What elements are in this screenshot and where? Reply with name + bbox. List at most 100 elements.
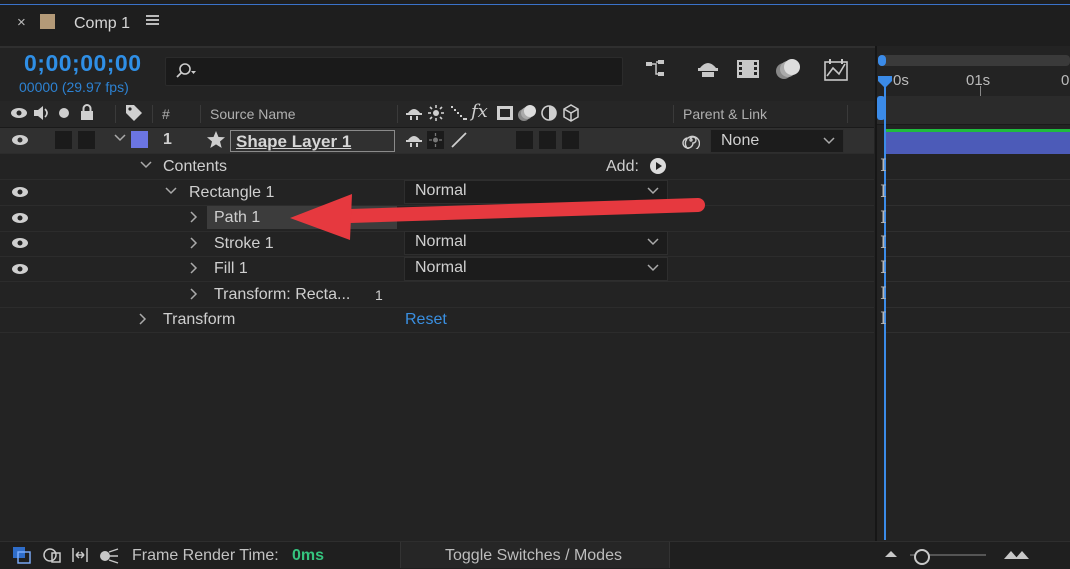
chevron-down-icon — [823, 137, 835, 145]
work-area-bar[interactable] — [877, 96, 1070, 125]
contents-label[interactable]: Contents — [163, 158, 227, 176]
quality-switch[interactable] — [450, 131, 468, 149]
transfer-controls-icon[interactable] — [70, 546, 90, 564]
add-label: Add: — [606, 158, 639, 175]
graph-toggle-icon[interactable] — [98, 546, 120, 564]
red-arrow-icon — [290, 186, 710, 246]
close-icon[interactable]: × — [17, 14, 26, 31]
label-icon[interactable] — [125, 104, 143, 122]
fill-label[interactable]: Fill 1 — [214, 260, 248, 278]
navigator-start-handle[interactable] — [878, 55, 886, 66]
stroke-label[interactable]: Stroke 1 — [214, 235, 274, 253]
timeline-row — [886, 180, 1070, 206]
search-icon — [176, 63, 198, 79]
chevron-down-icon[interactable] — [140, 160, 152, 170]
3d-icon[interactable] — [563, 104, 579, 122]
chevron-right-icon[interactable] — [189, 211, 199, 223]
layer-label-color[interactable] — [131, 131, 148, 148]
timeline-row — [886, 231, 1070, 257]
search-input[interactable] — [200, 61, 614, 83]
zoom-slider-thumb[interactable] — [914, 549, 930, 565]
tab-comp-1[interactable]: Comp 1 — [74, 15, 130, 33]
search-box[interactable] — [165, 57, 623, 86]
frame-blending-icon[interactable] — [735, 58, 761, 80]
chevron-right-icon[interactable] — [138, 313, 148, 325]
transform-rect-row — [0, 282, 874, 308]
motion-blur-switch[interactable] — [516, 131, 533, 149]
eye-icon[interactable] — [11, 185, 29, 199]
menu-icon[interactable] — [146, 13, 160, 27]
audio-icon[interactable] — [32, 105, 52, 121]
layer-duration-bar[interactable] — [886, 129, 1070, 154]
timeline-row — [886, 206, 1070, 232]
zoom-out-icon[interactable] — [884, 549, 898, 559]
comp-flowchart-icon[interactable] — [12, 546, 32, 564]
layer-switches-icon[interactable] — [42, 546, 62, 564]
current-time-indicator-head[interactable] — [877, 75, 893, 89]
render-time-value: 0ms — [292, 547, 325, 564]
flowchart-icon[interactable] — [645, 58, 671, 80]
rectangle-label[interactable]: Rectangle 1 — [189, 184, 274, 202]
column-number: # — [162, 106, 170, 122]
chevron-down-icon[interactable] — [165, 186, 177, 196]
eye-icon[interactable] — [11, 211, 29, 225]
toggle-switches-label: Toggle Switches / Modes — [445, 547, 622, 564]
star-icon — [206, 130, 226, 149]
eye-icon[interactable] — [10, 106, 28, 120]
chevron-right-icon[interactable] — [189, 288, 199, 300]
keyframe-marker-icon[interactable]: I — [880, 208, 887, 228]
adjustment-icon[interactable] — [541, 105, 557, 121]
quality-icon[interactable] — [450, 105, 468, 121]
chevron-right-icon[interactable] — [189, 237, 199, 249]
solo-switch[interactable] — [55, 131, 72, 149]
transform-label[interactable]: Transform — [163, 311, 235, 329]
column-parent-link[interactable]: Parent & Link — [683, 106, 767, 122]
keyframe-marker-icon[interactable]: I — [880, 309, 887, 329]
shy-master-icon[interactable] — [696, 58, 722, 80]
keyframe-marker-icon[interactable]: I — [880, 258, 887, 278]
parent-value: None — [721, 132, 760, 149]
timeline-row — [886, 282, 1070, 308]
reset-link[interactable]: Reset — [405, 311, 447, 329]
motion-blur-icon[interactable] — [517, 104, 537, 122]
graph-editor-icon[interactable] — [823, 58, 851, 82]
timeline-row — [886, 154, 1070, 180]
collapse-switch[interactable] — [427, 131, 444, 149]
parent-spiral-icon[interactable] — [682, 131, 700, 149]
shy-icon[interactable] — [405, 105, 423, 121]
timeline-row — [886, 307, 1070, 333]
eye-icon[interactable] — [11, 236, 29, 250]
motion-blur-master-icon[interactable] — [774, 58, 802, 80]
column-source-name[interactable]: Source Name — [210, 106, 296, 122]
timeline-row — [886, 256, 1070, 282]
shy-icon[interactable] — [405, 132, 423, 148]
eye-icon[interactable] — [11, 262, 29, 276]
eye-icon[interactable] — [11, 133, 29, 147]
chevron-down-icon[interactable] — [114, 133, 126, 143]
fx-icon[interactable]: fx — [471, 101, 488, 122]
current-time-display[interactable]: 0;00;00;00 — [24, 50, 142, 77]
3d-switch[interactable] — [562, 131, 579, 149]
play-circle-icon[interactable] — [649, 157, 667, 175]
keyframe-marker-icon[interactable]: I — [880, 156, 887, 176]
solo-icon[interactable] — [58, 107, 70, 119]
layer-number: 1 — [163, 131, 172, 148]
lock-icon[interactable] — [80, 104, 94, 121]
chevron-right-icon[interactable] — [189, 262, 199, 274]
frame-blend-icon[interactable] — [496, 105, 514, 121]
collapse-icon[interactable] — [428, 105, 444, 121]
time-navigator[interactable] — [878, 55, 1070, 66]
ruler-label-next: 0 — [1061, 72, 1070, 89]
parent-dropdown[interactable]: None — [710, 129, 844, 153]
keyframe-marker-icon[interactable]: I — [880, 182, 887, 202]
keyframe-marker-icon[interactable]: I — [880, 284, 887, 304]
layer-name-field[interactable]: Shape Layer 1 — [230, 130, 395, 152]
path-label[interactable]: Path 1 — [214, 209, 260, 227]
fill-blend-dropdown[interactable]: Normal — [404, 257, 668, 281]
adjustment-switch[interactable] — [539, 131, 556, 149]
keyframe-marker-icon[interactable]: I — [880, 233, 887, 253]
transform-rect-label[interactable]: Transform: Recta... — [214, 286, 350, 304]
zoom-in-icon[interactable] — [1003, 547, 1031, 561]
lock-switch[interactable] — [78, 131, 95, 149]
toggle-switches-modes-button[interactable]: Toggle Switches / Modes — [400, 542, 670, 568]
